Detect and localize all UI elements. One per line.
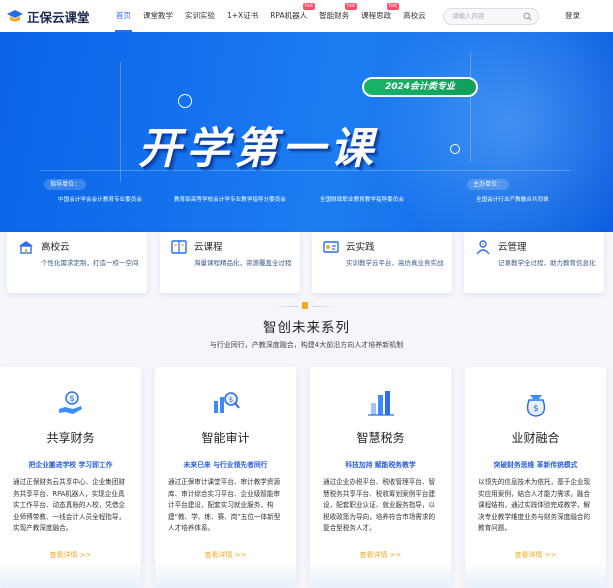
card-decoration	[155, 560, 296, 588]
bag-coin-icon: $	[526, 395, 545, 417]
section-divider	[312, 306, 338, 307]
book-icon	[171, 240, 187, 254]
banner-tag-text: 2024会计类专业	[364, 79, 476, 95]
series-card-smart-audit[interactable]: $ 智能审计 未来已来 与行业领先者同行 通过正保审计课堂平台、审计教学资源库、…	[155, 367, 296, 588]
card-description: 以领先的信息技术为依托，基于企业现实应用案例，结合人才能力需求，融合课程结构，通…	[478, 478, 591, 533]
tax-bars-icon	[367, 391, 394, 416]
nav-item-ideology[interactable]: 课程思政 hot	[355, 0, 400, 32]
login-link[interactable]: 登录	[565, 10, 580, 21]
hand-coin-icon: $	[58, 391, 82, 414]
nav-item-1x-cert[interactable]: 1+X证书	[221, 0, 264, 32]
practice-icon	[323, 241, 339, 253]
svg-text:$: $	[228, 396, 232, 404]
card-slogan: 未来已来 与行业领先者同行	[183, 461, 268, 469]
organizer: 全国财政职业教育教学指导委员会	[320, 197, 404, 203]
card-title: 业财融合	[511, 431, 560, 445]
section-divider	[272, 306, 298, 307]
nav-item-training[interactable]: 实训实验	[179, 0, 221, 32]
guide-label: 指导单位：	[44, 179, 87, 190]
section-marker	[302, 302, 308, 309]
card-slogan: 把企业搬进学校 学习即工作	[28, 461, 113, 469]
card-title: 共享财务	[46, 431, 95, 445]
feature-desc: 个性化需求定制，打造一校一空间	[41, 259, 139, 267]
banner-tag: 2024会计类专业	[362, 77, 478, 97]
card-title: 智能审计	[201, 431, 250, 445]
series-card-shared-finance[interactable]: $ 共享财务 把企业搬进学校 学习即工作 通过正保财务云共享中心、企业集团财务共…	[0, 367, 141, 588]
card-description: 通过企业办税平台、税收管理平台、智慧税务共享平台、税收筹划案例平台建设，配套职业…	[323, 478, 436, 533]
card-decoration	[0, 560, 141, 588]
nav-item-label: 课程思政	[361, 11, 392, 20]
series-card-smart-tax[interactable]: 智慧税务 科技加持 赋能税务教学 通过企业办税平台、税收管理平台、智慧税务共享平…	[310, 367, 451, 588]
series-card-business-finance[interactable]: $ 业财融合 突破财务思维 革新传统模式 以领先的信息技术为依托，基于企业现实应…	[465, 367, 606, 588]
nav-item-rpa[interactable]: RPA机器人 hot	[264, 0, 316, 32]
feature-title: 云管理	[498, 242, 527, 253]
nav-item-label: 智能财务	[319, 11, 350, 20]
top-navbar: 正保云课堂 首页 课堂教学 实训实验 1+X证书 RPA机器人 hot 智能财务 h…	[0, 0, 613, 32]
banner-title: 开学第一课	[138, 124, 378, 174]
nav-item-college-cloud[interactable]: 高校云	[397, 0, 432, 32]
card-detail-link[interactable]: 查看详情 >>	[0, 550, 141, 560]
nav-item-smart-finance[interactable]: 智能财务 hot	[313, 0, 358, 32]
svg-text:$: $	[533, 404, 539, 414]
feature-desc: 记录教学全过程，助力教育信息化	[498, 259, 596, 267]
svg-text:$: $	[69, 394, 74, 403]
organizer: 中国会计学会会计教育专业委员会	[58, 197, 142, 203]
card-slogan: 科技加持 赋能税务教学	[345, 461, 416, 469]
host-label: 主办单位：	[467, 179, 510, 190]
section-subtitle: 与行业同行，产教深度融合，构建4大前沿方向人才培养新机制	[209, 341, 404, 349]
card-slogan: 突破财务思维 革新传统模式	[493, 461, 578, 469]
card-decoration	[465, 560, 606, 588]
banner-line	[120, 62, 121, 182]
feature-title: 高校云	[41, 242, 70, 253]
card-detail-link[interactable]: 查看详情 >>	[155, 550, 296, 560]
card-description: 通过正保财务云共享中心、企业集团财务共享平台、RPA机器人，实现企业真实工作平台…	[13, 478, 126, 533]
nav-item-classroom[interactable]: 课堂教学	[137, 0, 179, 32]
hero-banner[interactable]: 2024会计类专业 开学第一课 指导单位： 主办单位： 中国会计学会会计教育专业…	[0, 32, 613, 232]
organizer: 教育部高等学校会计学专业教学指导分委员会	[174, 197, 286, 203]
organizer: 全国会计行业产教融合共同体	[476, 197, 549, 203]
nav-item-label: RPA机器人	[270, 11, 308, 20]
logo-icon	[7, 10, 23, 22]
banner-line	[470, 52, 471, 162]
banner-decor-circle	[450, 144, 460, 154]
brand-logo[interactable]: 正保云课堂	[6, 7, 104, 26]
feature-card-cloud-course[interactable]: 云课程 海量课程精品化，资源覆盖全过程	[160, 232, 300, 293]
magnifier-chart-icon: $	[213, 392, 240, 413]
feature-title: 云实践	[346, 242, 375, 253]
search-icon[interactable]	[523, 12, 532, 21]
school-cloud-icon	[19, 241, 33, 254]
section-title: 智创未来系列	[263, 320, 350, 336]
card-decoration	[310, 560, 451, 588]
feature-card-cloud-practice[interactable]: 云实践 实训教学云平台，高仿真业务实战	[312, 232, 452, 293]
management-icon	[476, 240, 490, 255]
feature-card-cloud-management[interactable]: 云管理 记录教学全过程，助力教育信息化	[464, 232, 604, 293]
search-input[interactable]: 请输入内容	[443, 8, 539, 25]
feature-title: 云课程	[194, 242, 223, 253]
card-description: 通过正保审计课堂平台、审计教学资源库、审计综合实习平台、企业级智能审计平台建设，…	[168, 478, 281, 533]
feature-desc: 海量课程精品化，资源覆盖全过程	[194, 259, 292, 267]
nav-item-home[interactable]: 首页	[110, 0, 137, 32]
card-detail-link[interactable]: 查看详情 >>	[465, 550, 606, 560]
search-placeholder: 请输入内容	[452, 12, 485, 20]
main-menu: 首页 课堂教学 实训实验 1+X证书 RPA机器人 hot 智能财务 hot 课程思…	[110, 0, 432, 32]
banner-decor-circle	[178, 94, 192, 108]
card-title: 智慧税务	[356, 431, 405, 445]
feature-desc: 实训教学云平台，高仿真业务实战	[346, 259, 444, 267]
card-detail-link[interactable]: 查看详情 >>	[310, 550, 451, 560]
feature-card-college-cloud[interactable]: 高校云 个性化需求定制，打造一校一空间	[7, 232, 147, 293]
brand-name: 正保云课堂	[27, 9, 90, 25]
